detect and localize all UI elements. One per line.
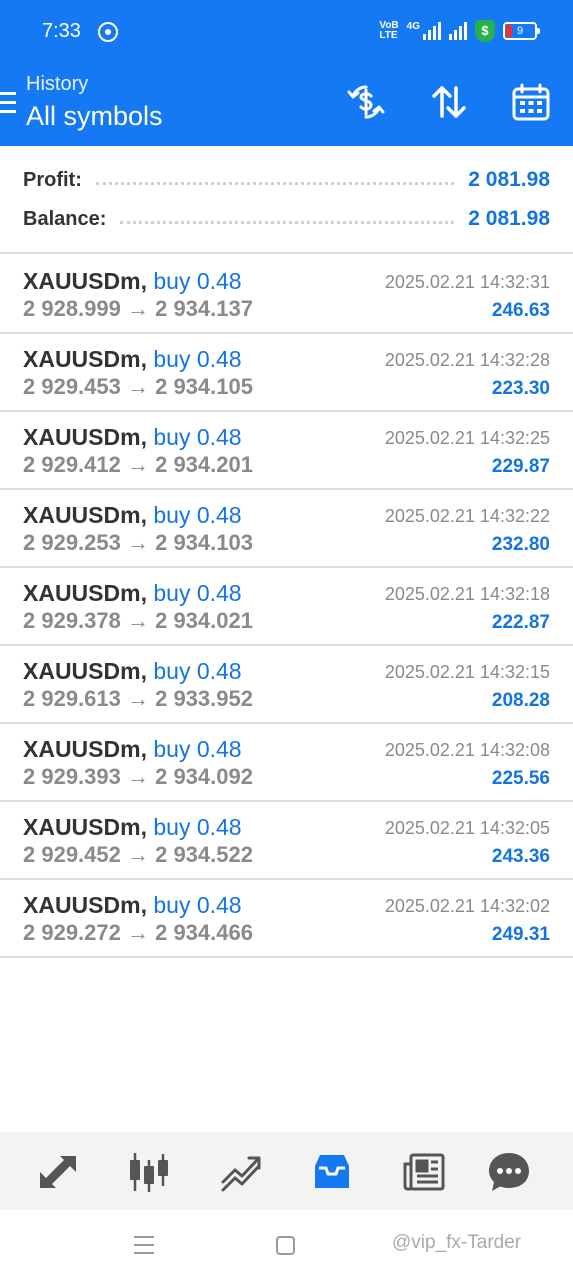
deal-prices: 2 929.378 → 2 934.021 [23, 608, 253, 633]
sort-icon[interactable] [429, 82, 469, 122]
deal-profit: 246.63 [491, 300, 550, 321]
deal-prices: 2 928.999 → 2 934.137 [23, 296, 253, 321]
deal-profit: 229.87 [491, 456, 550, 477]
deal-time: 2025.02.21 14:32:02 [384, 896, 550, 916]
status-bar: 7:33 VoB LTE 4G $ 9 [0, 0, 573, 66]
deal-type: buy 0.48 [153, 736, 242, 762]
profit-value: 2 081.98 [468, 168, 550, 191]
deal-prices: 2 929.393 → 2 934.092 [23, 764, 253, 789]
menu-icon[interactable] [0, 92, 16, 116]
deal-symbol: XAUUSDm, [23, 736, 147, 762]
header-subtitle: History [26, 73, 89, 95]
currency-exchange-icon[interactable] [346, 82, 386, 122]
shield-icon: $ [475, 20, 495, 42]
deal-type: buy 0.48 [153, 502, 242, 528]
watermark-text: @vip_fx-Tarder [392, 1232, 522, 1253]
deal-row[interactable]: XAUUSDm, buy 0.48 2 929.613 → 2 933.952 … [0, 646, 573, 724]
signal-bars-2-icon [449, 22, 467, 40]
deal-row[interactable]: XAUUSDm, buy 0.48 2 929.393 → 2 934.092 … [0, 724, 573, 802]
deal-type: buy 0.48 [153, 424, 242, 450]
deal-prices: 2 929.412 → 2 934.201 [23, 452, 253, 477]
balance-label: Balance: [23, 207, 107, 230]
deal-type: buy 0.48 [153, 658, 242, 684]
deal-time: 2025.02.21 14:32:05 [384, 818, 550, 838]
deal-row[interactable]: XAUUSDm, buy 0.48 2 929.378 → 2 934.021 … [0, 568, 573, 646]
deal-prices: 2 929.613 → 2 933.952 [23, 686, 253, 711]
deal-profit: 243.36 [491, 846, 550, 867]
battery-level: 9 [516, 25, 524, 37]
news-icon[interactable] [402, 1150, 446, 1194]
deal-row[interactable]: XAUUSDm, buy 0.48 2 929.453 → 2 934.105 … [0, 334, 573, 412]
deal-profit: 222.87 [491, 612, 550, 633]
chart-icon[interactable] [127, 1150, 171, 1194]
network-type-label: 4G [406, 21, 420, 32]
status-time: 7:33 [42, 20, 81, 42]
deal-profit: 232.80 [491, 534, 550, 555]
header-title[interactable]: All symbols [26, 101, 163, 132]
calendar-icon[interactable] [511, 82, 551, 122]
deal-time: 2025.02.21 14:32:22 [384, 506, 550, 526]
deal-prices: 2 929.452 → 2 934.522 [23, 842, 253, 867]
deal-prices: 2 929.272 → 2 934.466 [23, 920, 253, 945]
profit-row: Profit: 2 081.98 [23, 165, 550, 195]
deal-symbol: XAUUSDm, [23, 814, 147, 840]
deal-symbol: XAUUSDm, [23, 268, 147, 294]
deal-time: 2025.02.21 14:32:15 [384, 662, 550, 682]
summary-panel: Profit: 2 081.98 Balance: 2 081.98 [0, 146, 573, 254]
deal-profit: 223.30 [491, 378, 550, 399]
deal-row[interactable]: XAUUSDm, buy 0.48 2 929.253 → 2 934.103 … [0, 490, 573, 568]
deal-symbol: XAUUSDm, [23, 580, 147, 606]
deal-prices: 2 929.253 → 2 934.103 [23, 530, 253, 555]
battery-icon: 9 [503, 22, 540, 40]
chat-icon[interactable] [487, 1150, 531, 1194]
deal-symbol: XAUUSDm, [23, 502, 147, 528]
deal-row[interactable]: XAUUSDm, buy 0.48 2 929.452 → 2 934.522 … [0, 802, 573, 880]
deal-time: 2025.02.21 14:32:25 [384, 428, 550, 448]
deal-symbol: XAUUSDm, [23, 424, 147, 450]
status-indicators: VoB LTE 4G $ 9 [379, 20, 540, 42]
deal-time: 2025.02.21 14:32:28 [384, 350, 550, 370]
dotted-leader [120, 220, 455, 224]
home-button[interactable] [276, 1236, 295, 1255]
location-icon [98, 22, 118, 42]
system-navigation-bar: @vip_fx-Tarder [0, 1210, 573, 1280]
deal-type: buy 0.48 [153, 268, 242, 294]
deal-row[interactable]: XAUUSDm, buy 0.48 2 929.412 → 2 934.201 … [0, 412, 573, 490]
app-header: 7:33 VoB LTE 4G $ 9 History All symbols [0, 0, 573, 146]
history-icon[interactable] [310, 1150, 354, 1194]
deal-row[interactable]: XAUUSDm, buy 0.48 2 929.272 → 2 934.466 … [0, 880, 573, 958]
deal-prices: 2 929.453 → 2 934.105 [23, 374, 253, 399]
recent-apps-button[interactable] [134, 1236, 154, 1256]
dotted-leader [95, 181, 455, 185]
deal-profit: 208.28 [491, 690, 550, 711]
deal-type: buy 0.48 [153, 892, 242, 918]
deal-symbol: XAUUSDm, [23, 346, 147, 372]
balance-row: Balance: 2 081.98 [23, 204, 550, 234]
deal-time: 2025.02.21 14:32:31 [384, 272, 550, 292]
deal-type: buy 0.48 [153, 814, 242, 840]
volte-indicator: VoB LTE [379, 20, 399, 41]
deal-type: buy 0.48 [153, 346, 242, 372]
bottom-navigation [0, 1132, 573, 1210]
deal-time: 2025.02.21 14:32:08 [384, 740, 550, 760]
deal-profit: 249.31 [491, 924, 550, 945]
quotes-icon[interactable] [36, 1150, 80, 1194]
deal-row[interactable]: XAUUSDm, buy 0.48 2 928.999 → 2 934.137 … [0, 256, 573, 334]
deal-type: buy 0.48 [153, 580, 242, 606]
deal-symbol: XAUUSDm, [23, 892, 147, 918]
profit-label: Profit: [23, 168, 82, 191]
signal-4g: 4G [407, 22, 441, 40]
deal-profit: 225.56 [491, 768, 550, 789]
deal-time: 2025.02.21 14:32:18 [384, 584, 550, 604]
balance-value: 2 081.98 [468, 207, 550, 230]
signal-bars-icon [423, 22, 441, 40]
deal-symbol: XAUUSDm, [23, 658, 147, 684]
trade-icon[interactable] [219, 1150, 263, 1194]
